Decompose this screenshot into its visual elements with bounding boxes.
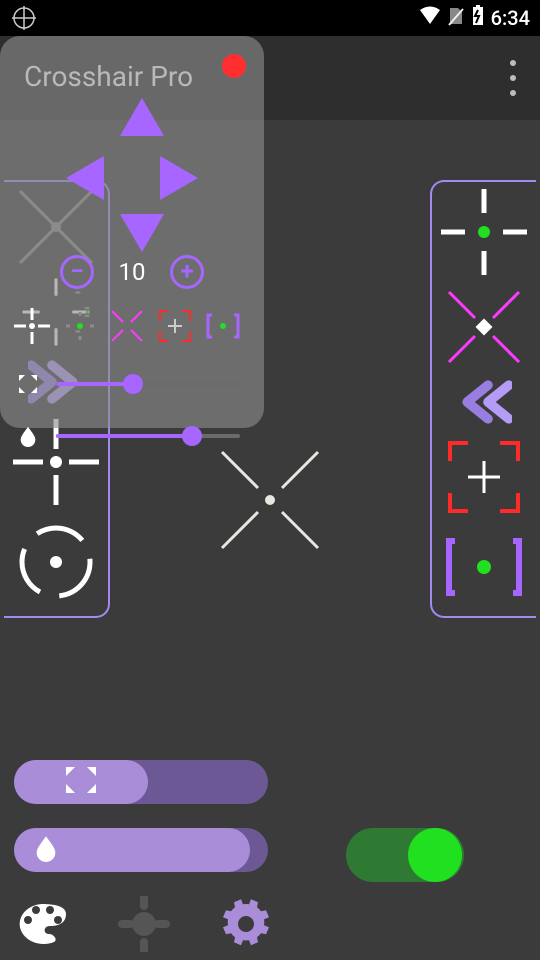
style-red-brackets[interactable] [158,309,192,347]
move-right-button[interactable] [160,156,198,200]
wifi-icon [419,6,441,31]
preset-chevrons-left[interactable] [432,372,536,432]
expand-arrows-icon [64,765,98,799]
style-pink-x[interactable] [110,309,144,347]
preset-radar-circle[interactable] [4,512,108,612]
opacity-drop-icon [14,422,42,450]
opacity-slider[interactable] [56,434,240,438]
battery-charging-icon [471,5,485,32]
size-pill-slider[interactable] [14,760,268,804]
preset-pink-x-diamond[interactable] [432,282,536,372]
opacity-pill-slider[interactable] [14,828,268,872]
move-up-button[interactable] [120,98,164,136]
preset-red-bracket-plus[interactable] [432,432,536,522]
right-preset-panel [430,180,536,618]
preset-green-dot-bracket[interactable] [432,522,536,612]
step-plus-button[interactable]: + [170,255,204,289]
size-slider[interactable] [56,382,240,386]
toggle-knob [408,828,462,882]
step-value: 10 [112,258,152,286]
brightness-button[interactable] [116,896,172,952]
no-sim-icon [447,6,465,31]
overflow-menu-button[interactable] [502,60,524,96]
style-plus-dot[interactable] [14,308,50,348]
drop-icon [32,834,60,866]
move-left-button[interactable] [66,156,104,200]
preset-dashes-green-dot[interactable] [432,182,536,282]
move-down-button[interactable] [120,214,164,252]
controls-popup: Crosshair Pro − 10 + [0,36,264,428]
status-icon-app-target [10,4,38,32]
bottom-controls [0,760,540,960]
style-green-dot-bracket[interactable] [206,313,240,343]
clock-text: 6:34 [491,6,530,30]
style-dot-dashes[interactable] [64,310,96,346]
dpad [0,80,264,270]
enable-toggle[interactable] [346,828,464,882]
style-picker-row [14,304,240,352]
step-minus-button[interactable]: − [60,255,94,289]
record-indicator[interactable] [222,54,246,78]
status-bar: 6:34 [0,0,540,36]
crosshair-preview [210,440,330,564]
expand-icon [14,370,42,398]
settings-gear-button[interactable] [218,896,274,952]
color-palette-button[interactable] [14,896,70,952]
